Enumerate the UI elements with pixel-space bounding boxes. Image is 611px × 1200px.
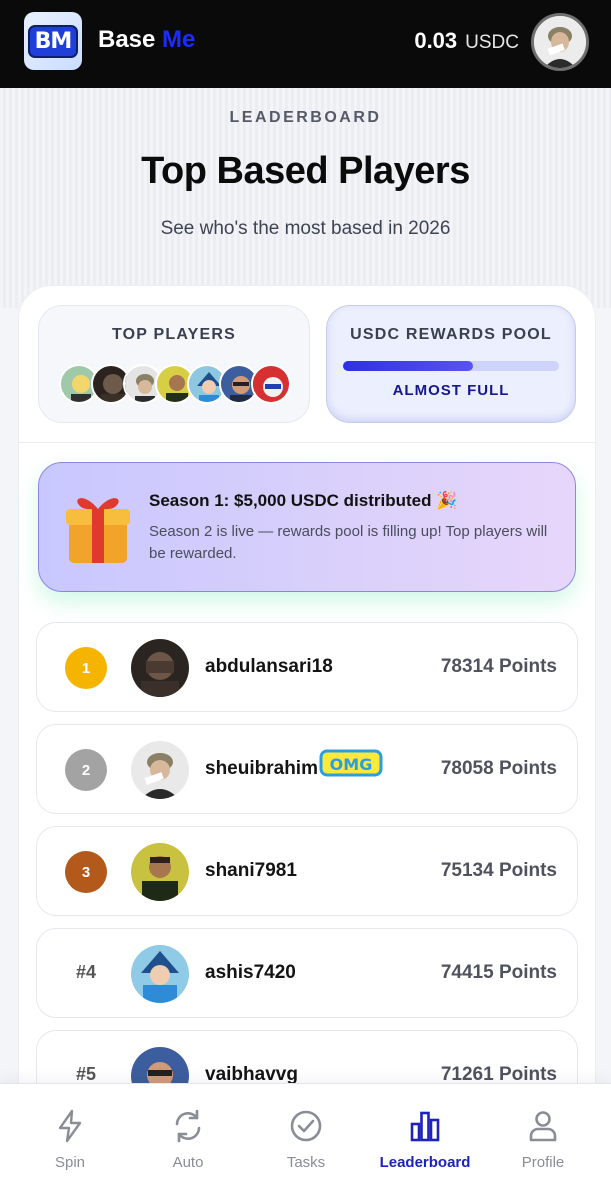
avatar — [251, 364, 291, 404]
leaderboard-row[interactable]: 3 shani7981 75134 Points — [36, 826, 578, 916]
nav-label: Profile — [521, 1154, 565, 1171]
avatar — [131, 741, 189, 799]
season-banner[interactable]: Season 1: $5,000 USDC distributed 🎉 Seas… — [38, 462, 576, 592]
divider — [18, 442, 596, 443]
nav-spin[interactable]: Spin — [10, 1084, 130, 1200]
brand-first: Base — [98, 26, 156, 53]
app-logo[interactable]: BM — [24, 12, 82, 70]
player-name: sheuibrahim — [205, 758, 318, 779]
nav-tasks[interactable]: Tasks — [246, 1084, 366, 1200]
bar-chart-icon — [410, 1111, 440, 1142]
page-title: Top Based Players — [141, 150, 470, 192]
nav-label: Leaderboard — [379, 1154, 471, 1171]
balance-currency: USDC — [465, 32, 519, 53]
gift-icon — [66, 498, 130, 563]
bottom-nav: Spin Auto Tasks Leaderboard Profile — [0, 1083, 611, 1200]
leaderboard-list: 1 abdulansari18 78314 Points 2 sheuibrah… — [36, 622, 578, 1132]
omg-sticker: OMG — [319, 749, 383, 777]
avatar — [131, 843, 189, 901]
player-points: 78058 Points — [440, 758, 557, 779]
top-players-avatars — [59, 364, 291, 404]
avatar — [131, 945, 189, 1003]
player-points: 74415 Points — [440, 962, 557, 983]
leaderboard-row[interactable]: 1 abdulansari18 78314 Points — [36, 622, 578, 712]
user-icon — [529, 1111, 557, 1142]
nav-auto[interactable]: Auto — [128, 1084, 248, 1200]
brand-second: Me — [162, 26, 196, 53]
svg-text:OMG: OMG — [330, 755, 373, 774]
avatar — [131, 639, 189, 697]
player-name: shani7981 — [205, 860, 297, 881]
nav-label: Spin — [54, 1154, 86, 1171]
rank-badge-bronze: 3 — [65, 851, 107, 893]
rewards-pool-fill — [343, 361, 473, 371]
leaderboard-row[interactable]: 2 sheuibrahim OMG 78058 Points — [36, 724, 578, 814]
leaderboard-row[interactable]: #4 ashis7420 74415 Points — [36, 928, 578, 1018]
page-subtitle: See who's the most based in 2026 — [160, 218, 451, 239]
nav-leaderboard[interactable]: Leaderboard — [365, 1084, 485, 1200]
top-players-box[interactable]: TOP PLAYERS — [38, 305, 310, 423]
season-title: Season 1: $5,000 USDC distributed 🎉 — [149, 491, 458, 510]
section-eyebrow: LEADERBOARD — [229, 109, 382, 126]
nav-label: Tasks — [286, 1154, 326, 1171]
check-circle-icon — [290, 1110, 322, 1142]
rank-badge-gold: 1 — [65, 647, 107, 689]
player-name: ashis7420 — [205, 962, 296, 983]
brand-name: Base Me — [98, 26, 195, 54]
rewards-pool-label: USDC REWARDS POOL — [350, 326, 552, 343]
user-avatar[interactable] — [531, 13, 589, 71]
player-points: 78314 Points — [440, 656, 557, 677]
balance-amount: 0.03 — [414, 28, 458, 53]
logo-text: BM — [27, 24, 79, 58]
nav-label: Auto — [172, 1154, 204, 1171]
rank-badge-silver: 2 — [65, 749, 107, 791]
player-name: abdulansari18 — [205, 656, 333, 677]
rewards-pool-box[interactable]: USDC REWARDS POOL ALMOST FULL — [326, 305, 576, 423]
rank-number: #5 — [75, 1064, 97, 1084]
top-players-label: TOP PLAYERS — [111, 326, 237, 343]
rank-number: #4 — [75, 962, 97, 982]
season-description: Season 2 is live — rewards pool is filli… — [149, 523, 548, 562]
nav-profile[interactable]: Profile — [483, 1084, 603, 1200]
lightning-icon — [58, 1109, 82, 1143]
rewards-pool-status: ALMOST FULL — [392, 382, 510, 399]
refresh-icon — [175, 1109, 201, 1143]
rewards-pool-progress — [343, 361, 559, 371]
player-points: 75134 Points — [440, 860, 557, 881]
wallet-balance[interactable]: 0.03 USDC — [414, 28, 519, 54]
app-header: BM Base Me 0.03 USDC — [0, 0, 611, 88]
